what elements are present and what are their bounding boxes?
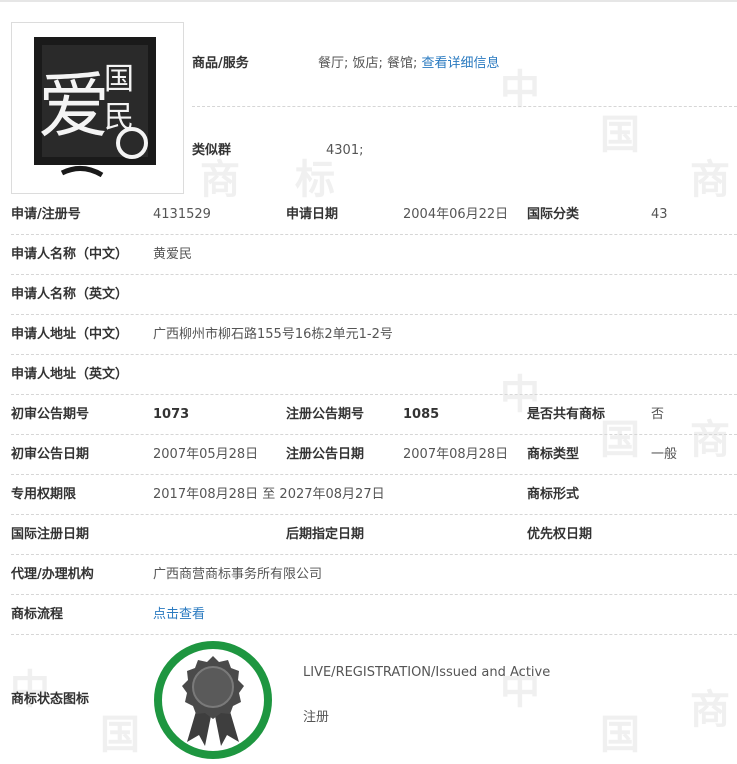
similar-group-row: 类似群 4301; [192, 107, 737, 193]
process-row: 商标流程 点击查看 [0, 595, 737, 635]
address-cn-row: 申请人地址（中文） 广西柳州市柳石路155号16栋2单元1-2号 [0, 315, 737, 355]
announcement-date-row: 初审公告日期 2007年05月28日 注册公告日期 2007年08月28日 商标… [0, 435, 737, 475]
status-icon [153, 640, 273, 760]
announcement-number-row: 初审公告期号 1073 注册公告期号 1085 是否共有商标 否 [0, 395, 737, 435]
trademark-seal: 爱 国 民 [34, 37, 156, 178]
trademark-type-value: 一般 [651, 447, 678, 462]
application-date-label: 申请日期 [286, 207, 339, 222]
goods-services-label: 商品/服务 [192, 56, 249, 71]
address-cn-label: 申请人地址（中文） [11, 327, 129, 342]
trademark-type-label: 商标类型 [527, 447, 580, 462]
address-en-label: 申请人地址（英文） [11, 367, 129, 382]
trademark-form-label: 商标形式 [527, 487, 580, 502]
view-details-link[interactable]: 查看详细信息 [422, 56, 500, 71]
top-border [0, 0, 737, 2]
applicant-en-row: 申请人名称（英文） [0, 275, 737, 315]
prelim-announcement-no-label: 初审公告期号 [11, 407, 90, 422]
application-number-row: 申请/注册号 4131529 申请日期 2004年06月22日 国际分类 43 [0, 195, 737, 235]
prelim-announcement-no-value: 1073 [153, 407, 190, 422]
reg-announcement-date-value: 2007年08月28日 [403, 447, 509, 462]
status-text-en: LIVE/REGISTRATION/Issued and Active [303, 665, 551, 680]
reg-announcement-no-label: 注册公告期号 [286, 407, 365, 422]
trademark-image: 爱 国 民 [11, 22, 184, 194]
svg-text:国: 国 [104, 62, 134, 97]
applicant-en-label: 申请人名称（英文） [11, 287, 129, 302]
agent-value: 广西商营商标事务所有限公司 [153, 567, 323, 582]
goods-services-row: 商品/服务 餐厅; 饭店; 餐馆; 查看详细信息 [192, 22, 737, 107]
intl-registration-row: 国际注册日期 后期指定日期 优先权日期 [0, 515, 737, 555]
goods-services-value: 餐厅; 饭店; 餐馆; [318, 56, 418, 71]
exclusive-period-value: 2017年08月28日 至 2027年08月27日 [153, 487, 385, 502]
agent-row: 代理/办理机构 广西商营商标事务所有限公司 [0, 555, 737, 595]
address-cn-value: 广西柳州市柳石路155号16栋2单元1-2号 [153, 327, 393, 342]
agent-label: 代理/办理机构 [11, 567, 94, 582]
application-number-value: 4131529 [153, 207, 211, 222]
award-ribbon-icon [154, 641, 272, 759]
similar-group-label: 类似群 [192, 143, 232, 158]
prelim-announcement-date-label: 初审公告日期 [11, 447, 90, 462]
reg-announcement-no-value: 1085 [403, 407, 440, 422]
applicant-cn-label: 申请人名称（中文） [11, 247, 129, 262]
svg-text:爱: 爱 [38, 64, 110, 148]
exclusive-period-row: 专用权期限 2017年08月28日 至 2027年08月27日 商标形式 [0, 475, 737, 515]
address-en-row: 申请人地址（英文） [0, 355, 737, 395]
applicant-cn-value: 黄爱民 [153, 247, 193, 262]
similar-group-value: 4301; [326, 143, 364, 158]
status-icon-label: 商标状态图标 [11, 692, 90, 707]
intl-registration-date-label: 国际注册日期 [11, 527, 90, 542]
process-label: 商标流程 [11, 607, 64, 622]
shared-trademark-value: 否 [651, 407, 665, 422]
view-process-link[interactable]: 点击查看 [153, 595, 205, 635]
later-designation-date-label: 后期指定日期 [286, 527, 365, 542]
applicant-cn-row: 申请人名称（中文） 黄爱民 [0, 235, 737, 275]
status-text-cn: 注册 [303, 710, 330, 725]
application-date-value: 2004年06月22日 [403, 207, 509, 222]
exclusive-period-label: 专用权期限 [11, 487, 77, 502]
intl-class-label: 国际分类 [527, 207, 580, 222]
priority-date-label: 优先权日期 [527, 527, 593, 542]
application-number-label: 申请/注册号 [11, 207, 81, 222]
reg-announcement-date-label: 注册公告日期 [286, 447, 365, 462]
prelim-announcement-date-value: 2007年05月28日 [153, 447, 259, 462]
intl-class-value: 43 [651, 207, 668, 222]
shared-trademark-label: 是否共有商标 [527, 407, 606, 422]
